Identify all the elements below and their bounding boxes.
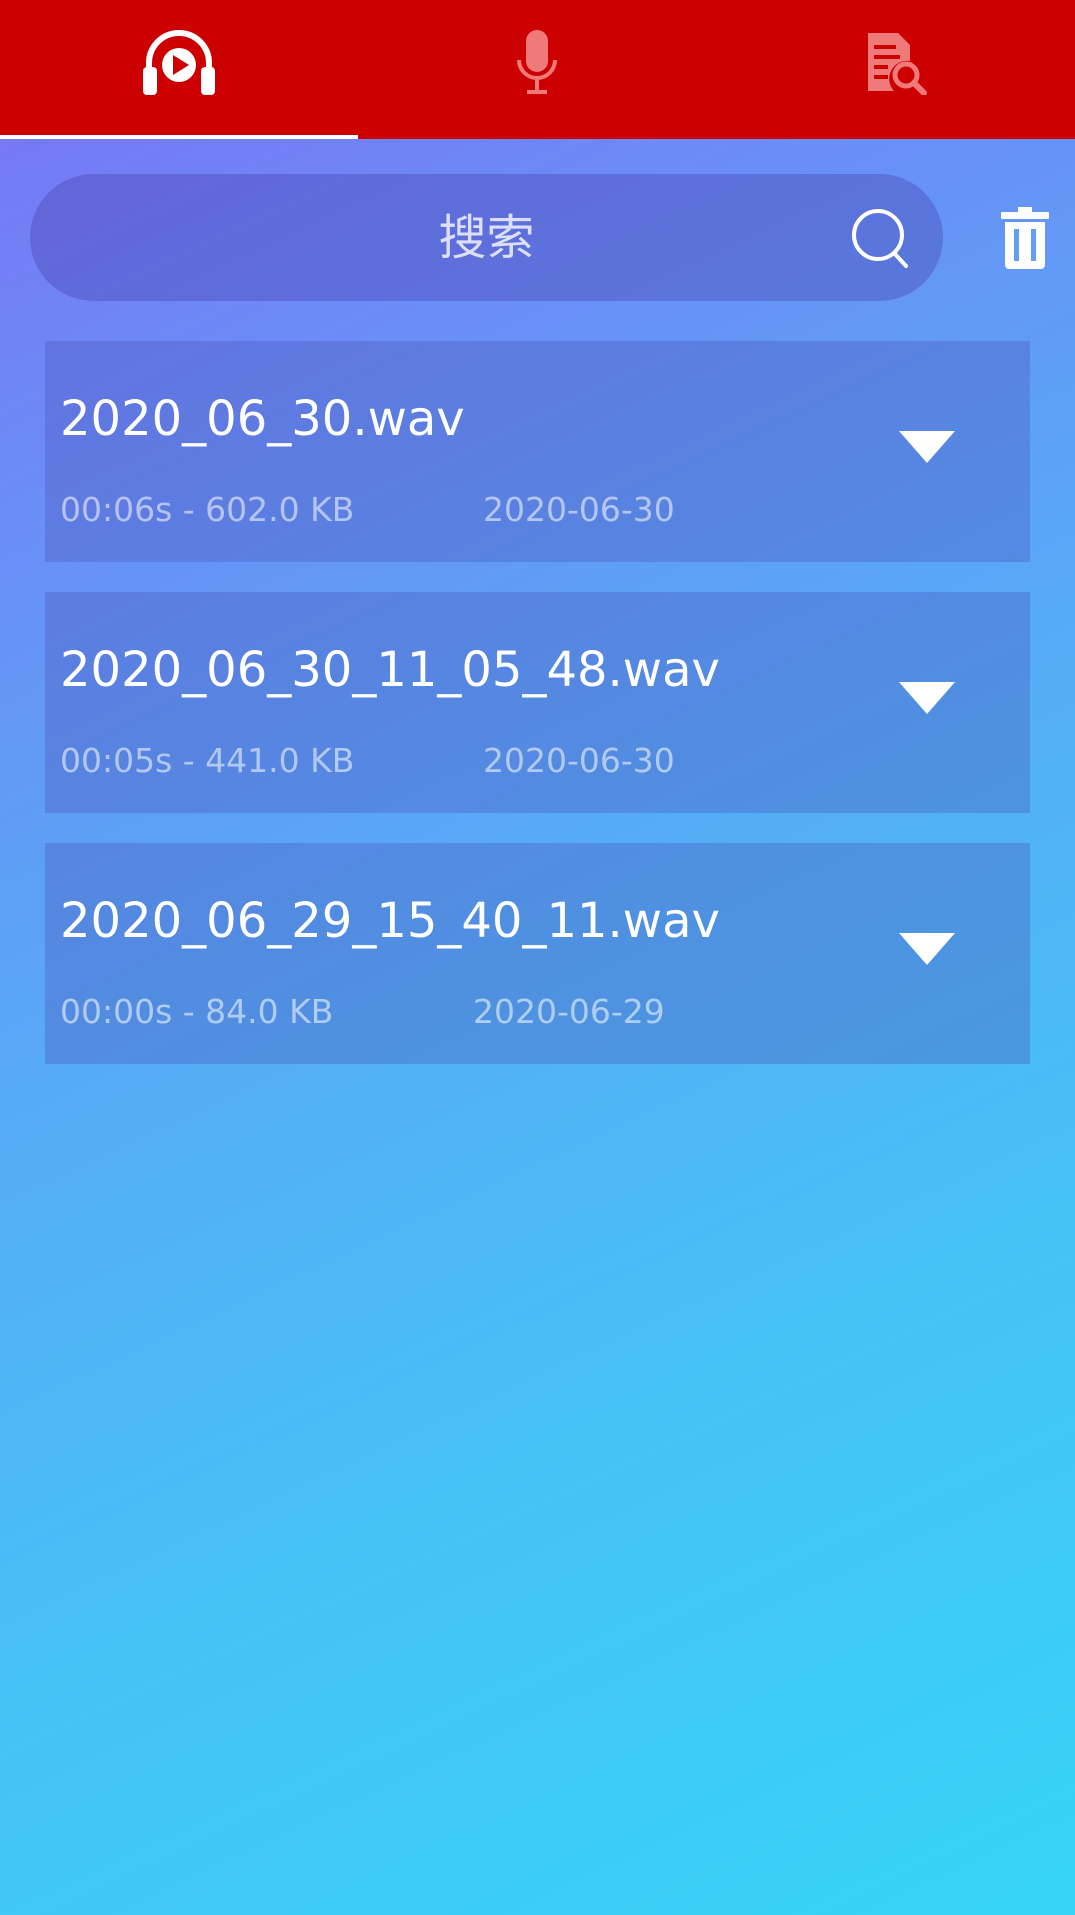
recording-name: 2020_06_30_11_05_48.wav xyxy=(60,642,720,698)
search-input[interactable] xyxy=(186,174,787,301)
recording-name: 2020_06_29_15_40_11.wav xyxy=(60,893,720,949)
recording-date: 2020-06-29 xyxy=(473,992,665,1031)
document-search-icon xyxy=(867,32,927,95)
recording-name: 2020_06_30.wav xyxy=(60,391,465,447)
recording-duration-size: 00:06s - 602.0 KB xyxy=(60,490,355,529)
microphone-icon xyxy=(517,29,558,94)
recording-item[interactable]: 2020_06_30.wav 00:06s - 602.0 KB 2020-06… xyxy=(45,341,1030,562)
headphones-play-icon xyxy=(143,29,216,95)
trash-icon[interactable] xyxy=(1001,207,1049,269)
recording-date: 2020-06-30 xyxy=(483,741,675,780)
recording-item[interactable]: 2020_06_29_15_40_11.wav 00:00s - 84.0 KB… xyxy=(45,843,1030,1064)
search-bar xyxy=(30,174,943,301)
chevron-down-icon[interactable] xyxy=(897,429,957,465)
recording-item[interactable]: 2020_06_30_11_05_48.wav 00:05s - 441.0 K… xyxy=(45,592,1030,813)
recording-list: 2020_06_30.wav 00:06s - 602.0 KB 2020-06… xyxy=(45,341,1030,1094)
active-tab-indicator xyxy=(0,135,358,139)
tab-bar xyxy=(0,0,1075,139)
tab-record[interactable] xyxy=(358,0,716,139)
tab-files[interactable] xyxy=(717,0,1075,139)
chevron-down-icon[interactable] xyxy=(897,931,957,967)
recording-duration-size: 00:05s - 441.0 KB xyxy=(60,741,355,780)
recording-date: 2020-06-30 xyxy=(483,490,675,529)
search-icon[interactable] xyxy=(851,208,913,270)
recording-duration-size: 00:00s - 84.0 KB xyxy=(60,992,334,1031)
chevron-down-icon[interactable] xyxy=(897,680,957,716)
tab-play[interactable] xyxy=(0,0,358,139)
